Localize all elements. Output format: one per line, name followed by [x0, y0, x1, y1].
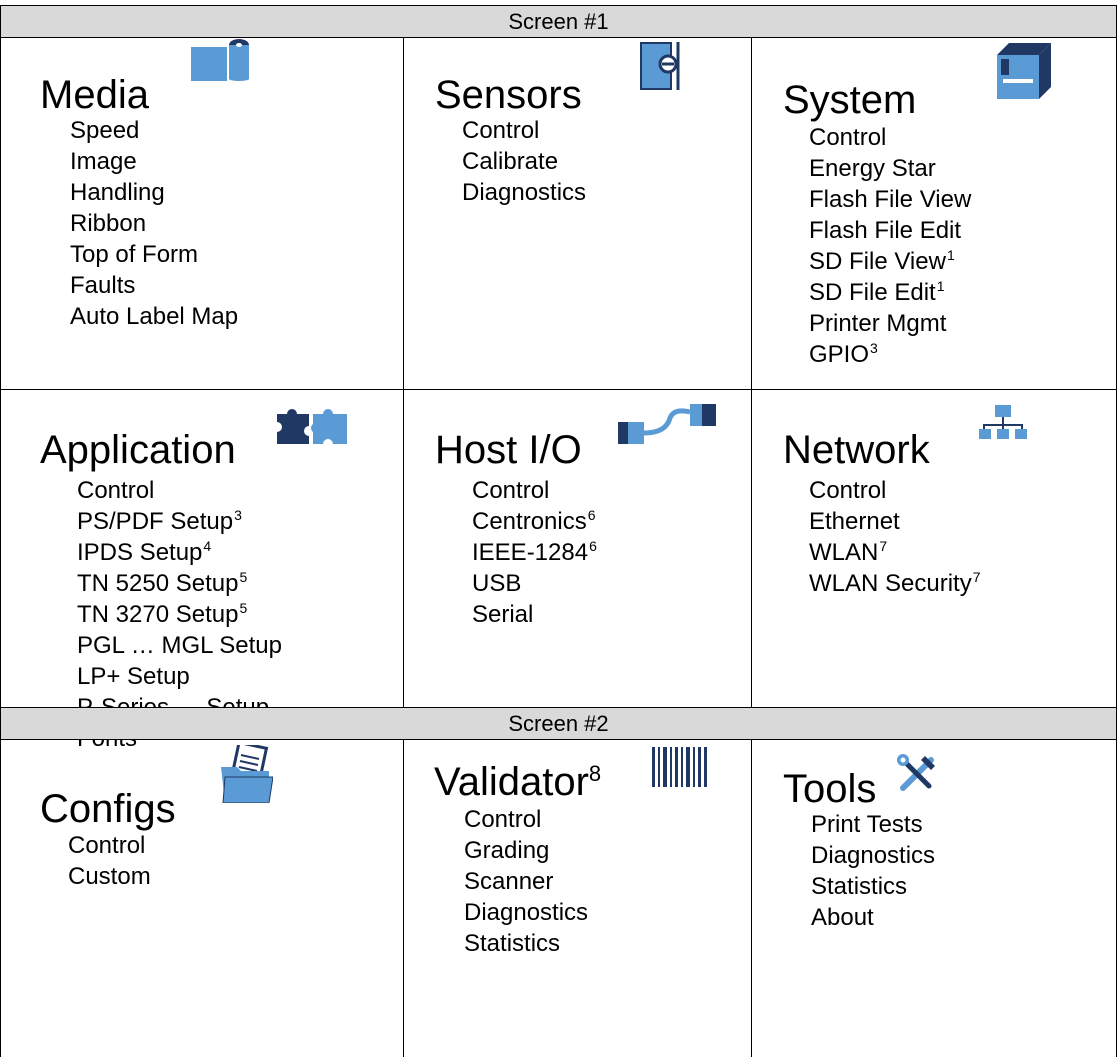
menu-item[interactable]: TN 3270 Setup5 — [77, 599, 282, 630]
media-roll-icon — [191, 39, 251, 81]
menu-title: Media — [40, 73, 149, 117]
menu-title: Configs — [40, 787, 176, 831]
menu-item[interactable]: Grading — [464, 835, 588, 866]
menu-item[interactable]: Flash File View — [809, 184, 971, 215]
menu-item[interactable]: Diagnostics — [462, 177, 586, 208]
menu-network[interactable]: Network Control Ethernet WLAN7 WLAN Secu… — [752, 389, 1118, 708]
menu-item[interactable]: IPDS Setup4 — [77, 537, 282, 568]
menu-item[interactable]: WLAN7 — [809, 537, 981, 568]
menu-items: Control Centronics6 IEEE-12846 USB Seria… — [472, 475, 597, 630]
menu-title: Application — [40, 428, 236, 472]
menu-item[interactable]: Auto Label Map — [70, 301, 238, 332]
menu-item[interactable]: Faults — [70, 270, 238, 301]
menu-item[interactable]: SD File View1 — [809, 246, 971, 277]
menu-validator[interactable]: Validator8 Control Grading Scanner Diagn… — [404, 740, 751, 1057]
menu-item[interactable]: Custom — [68, 861, 151, 892]
menu-items: Control Grading Scanner Diagnostics Stat… — [464, 804, 588, 959]
menu-item[interactable]: Ribbon — [70, 208, 238, 239]
menu-item[interactable]: Control — [472, 475, 597, 506]
folder-icon — [221, 745, 273, 803]
cable-icon — [618, 404, 718, 446]
menu-item[interactable]: Control — [68, 830, 151, 861]
menu-title: Sensors — [435, 73, 582, 117]
menu-item[interactable]: GPIO3 — [809, 339, 971, 370]
menu-item[interactable]: IEEE-12846 — [472, 537, 597, 568]
menu-item[interactable]: Handling — [70, 177, 238, 208]
menu-item[interactable]: Image — [70, 146, 238, 177]
menu-tools[interactable]: Tools Print Tests Diagnostics Statistics… — [752, 740, 1118, 1057]
menu-item[interactable]: Top of Form — [70, 239, 238, 270]
menu-item[interactable]: Statistics — [464, 928, 588, 959]
menu-items: Control Custom — [68, 830, 151, 892]
menu-item[interactable]: Calibrate — [462, 146, 586, 177]
screen-1-header: Screen #1 — [0, 5, 1117, 38]
sensor-icon — [640, 42, 682, 90]
screen-1-row-2: Application Control PS/PDF Setup3 IPDS S… — [0, 389, 1118, 752]
menu-item[interactable]: Serial — [472, 599, 597, 630]
screen-1-row-1: Media Speed Image Handling Ribbon Top of… — [0, 37, 1117, 390]
menu-items: Control Ethernet WLAN7 WLAN Security7 — [809, 475, 981, 599]
menu-items: Control Calibrate Diagnostics — [462, 115, 586, 208]
menu-item[interactable]: Diagnostics — [811, 840, 935, 871]
menu-title: System — [783, 78, 917, 122]
menu-item[interactable]: Diagnostics — [464, 897, 588, 928]
network-icon — [979, 405, 1027, 439]
menu-map: Screen #1 Media Speed Image Handling Rib… — [0, 0, 1118, 1057]
menu-item[interactable]: Printer Mgmt — [809, 308, 971, 339]
menu-items: Print Tests Diagnostics Statistics About — [811, 809, 935, 933]
menu-item[interactable]: Control — [77, 475, 282, 506]
menu-host-io[interactable]: Host I/O Control Centronics6 IEEE-12846 … — [404, 389, 751, 708]
menu-item[interactable]: Energy Star — [809, 153, 971, 184]
menu-sensors[interactable]: Sensors Control Calibrate Diagnostics — [404, 37, 751, 389]
menu-item[interactable]: Control — [464, 804, 588, 835]
menu-item[interactable]: Centronics6 — [472, 506, 597, 537]
menu-item[interactable]: PGL … MGL Setup — [77, 630, 282, 661]
menu-item[interactable]: TN 5250 Setup5 — [77, 568, 282, 599]
menu-items: Speed Image Handling Ribbon Top of Form … — [70, 115, 238, 332]
tools-icon — [897, 754, 937, 792]
menu-item[interactable]: Control — [809, 475, 981, 506]
menu-title: Host I/O — [435, 428, 582, 472]
menu-item[interactable]: WLAN Security7 — [809, 568, 981, 599]
menu-media[interactable]: Media Speed Image Handling Ribbon Top of… — [1, 37, 403, 389]
barcode-icon — [652, 747, 708, 787]
menu-item[interactable]: SD File Edit1 — [809, 277, 971, 308]
menu-title: Network — [783, 428, 930, 472]
menu-item[interactable]: Statistics — [811, 871, 935, 902]
menu-item[interactable]: Ethernet — [809, 506, 981, 537]
screen-2-header: Screen #2 — [0, 707, 1117, 740]
menu-title: Tools — [783, 767, 877, 811]
menu-item[interactable]: Print Tests — [811, 809, 935, 840]
menu-item[interactable]: Scanner — [464, 866, 588, 897]
menu-item[interactable]: Control — [809, 122, 971, 153]
menu-system[interactable]: System Control Energy Star Flash File Vi… — [752, 37, 1118, 389]
menu-application[interactable]: Application Control PS/PDF Setup3 IPDS S… — [1, 389, 403, 752]
screen-2-row: Configs Control Custom Validator8 Contro… — [0, 740, 1117, 1057]
menu-title: Validator8 — [434, 760, 602, 804]
menu-item[interactable]: LP+ Setup — [77, 661, 282, 692]
menu-items: Control Energy Star Flash File View Flas… — [809, 122, 971, 370]
menu-item[interactable]: Speed — [70, 115, 238, 146]
menu-configs[interactable]: Configs Control Custom — [1, 740, 403, 1057]
printer-icon — [987, 43, 1051, 101]
puzzle-icon — [277, 402, 347, 444]
menu-item[interactable]: Flash File Edit — [809, 215, 971, 246]
menu-item[interactable]: About — [811, 902, 935, 933]
menu-item[interactable]: USB — [472, 568, 597, 599]
menu-item[interactable]: PS/PDF Setup3 — [77, 506, 282, 537]
menu-item[interactable]: Control — [462, 115, 586, 146]
